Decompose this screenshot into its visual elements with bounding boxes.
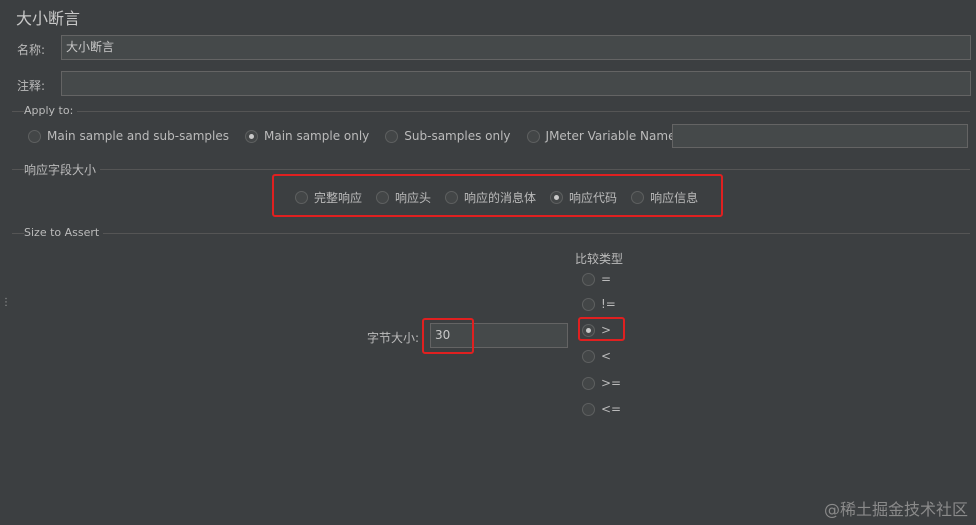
radio-indicator xyxy=(582,349,595,363)
radio-label: >= xyxy=(601,376,622,390)
size-assert-divider xyxy=(12,233,970,234)
response-message-radio[interactable]: 响应信息 xyxy=(631,189,698,206)
radio-label: 响应代码 xyxy=(569,191,618,205)
size-assert-title: Size to Assert xyxy=(24,226,104,239)
response-headers-radio[interactable]: 响应头 xyxy=(376,189,431,206)
apply-sub-only-radio[interactable]: Sub-samples only xyxy=(385,129,511,143)
radio-label: 响应头 xyxy=(395,191,432,205)
compare-type-title: 比较类型 xyxy=(575,252,624,266)
apply-to-title: Apply to: xyxy=(24,104,78,117)
splitter-grip-icon[interactable]: ⋮ xyxy=(1,298,11,308)
watermark: @稀土掘金技术社区 xyxy=(823,500,968,519)
radio-indicator xyxy=(295,191,308,204)
apply-main-and-sub-radio[interactable]: Main sample and sub-samples xyxy=(28,129,229,143)
radio-label: Sub-samples only xyxy=(404,129,511,143)
radio-indicator xyxy=(526,129,540,143)
radio-label: <= xyxy=(601,402,622,416)
name-label: 名称: xyxy=(17,43,46,57)
radio-label: = xyxy=(601,272,612,286)
apply-to-options: Main sample and sub-samples Main sample … xyxy=(28,129,716,143)
response-body-radio[interactable]: 响应的消息体 xyxy=(445,189,536,206)
size-assertion-panel: 大小断言 名称: 大小断言 注释: Apply to: Main sample … xyxy=(0,0,976,525)
name-field[interactable]: 大小断言 xyxy=(61,35,971,60)
radio-label: Main sample only xyxy=(263,129,370,143)
byte-size-label: 字节大小: xyxy=(367,331,420,345)
radio-label: != xyxy=(601,297,616,311)
radio-label: 响应信息 xyxy=(650,191,699,205)
page-title: 大小断言 xyxy=(16,9,81,28)
byte-size-highlight xyxy=(422,318,474,354)
comment-label: 注释: xyxy=(17,79,46,93)
compare-not-equal-radio[interactable]: != xyxy=(582,297,616,311)
radio-indicator xyxy=(631,191,645,204)
compare-equal-radio[interactable]: = xyxy=(582,272,611,286)
radio-indicator xyxy=(385,129,399,143)
comment-field[interactable] xyxy=(61,71,971,96)
radio-label: 完整响应 xyxy=(314,191,363,205)
response-field-title: 响应字段大小 xyxy=(24,161,101,178)
response-field-divider xyxy=(12,169,970,170)
compare-less-equal-radio[interactable]: <= xyxy=(582,402,621,416)
radio-indicator xyxy=(445,191,459,204)
compare-greater-equal-radio[interactable]: >= xyxy=(582,376,621,390)
radio-indicator xyxy=(582,402,595,416)
apply-to-divider xyxy=(12,111,970,112)
apply-main-only-radio[interactable]: Main sample only xyxy=(244,129,370,143)
radio-label: < xyxy=(601,349,612,363)
radio-label: Main sample and sub-samples xyxy=(47,129,229,143)
compare-greater-highlight xyxy=(578,317,625,341)
radio-indicator xyxy=(550,191,564,204)
radio-indicator xyxy=(244,129,258,143)
radio-indicator xyxy=(28,129,41,143)
radio-indicator xyxy=(582,376,595,390)
radio-indicator xyxy=(582,297,595,311)
compare-less-radio[interactable]: < xyxy=(582,349,611,363)
response-code-radio[interactable]: 响应代码 xyxy=(550,189,617,206)
radio-label: 响应的消息体 xyxy=(464,191,537,205)
full-response-radio[interactable]: 完整响应 xyxy=(295,189,362,206)
response-field-options: 完整响应 响应头 响应的消息体 响应代码 响应信息 xyxy=(295,189,698,206)
variable-name-field[interactable] xyxy=(672,124,968,148)
radio-indicator xyxy=(376,191,390,204)
radio-indicator xyxy=(582,272,595,286)
